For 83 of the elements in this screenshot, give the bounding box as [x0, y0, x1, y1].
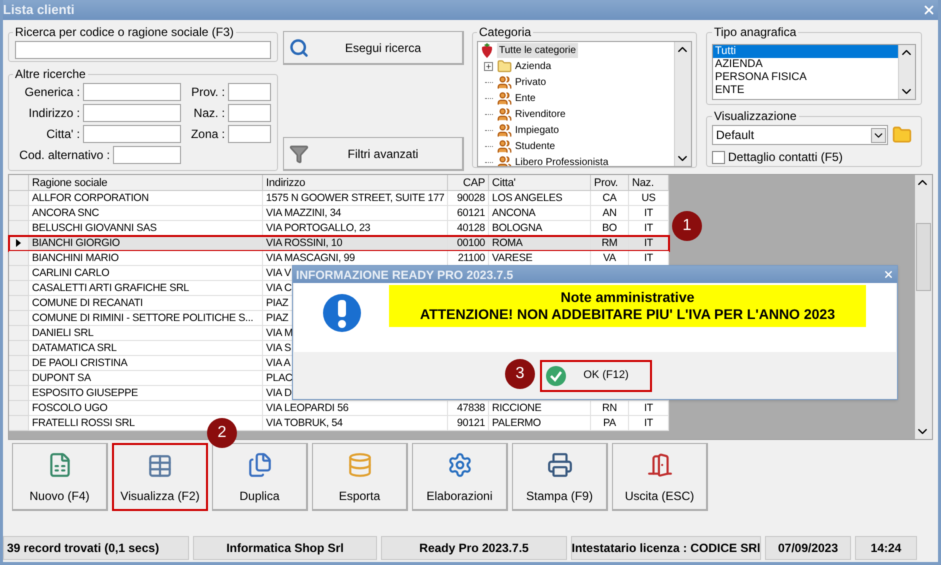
table-cell: 47838: [457, 402, 485, 414]
table-cell: VIA MAZZINI, 34: [266, 207, 342, 219]
table-cell: US: [641, 192, 656, 204]
checkbox-label: Dettaglio contatti (F5): [728, 149, 843, 166]
table-cell: CASALETTI ARTI GRAFICHE SRL: [32, 282, 190, 294]
field-label: Cod. alternativo :: [19, 147, 110, 164]
status-cell: Ready Pro 2023.7.5: [381, 536, 567, 560]
table-cell: DANIELI SRL: [32, 327, 94, 339]
field-label: Indirizzo :: [28, 105, 80, 122]
table-cell: PLAC: [266, 372, 292, 384]
group-label: Ricerca per codice o ragione sociale (F3): [14, 24, 235, 41]
table-cell: ANCONA: [492, 207, 536, 219]
group-label: Tipo anagrafica: [713, 24, 798, 41]
table-cell: VIA V: [266, 267, 292, 279]
table-cell: LOS ANGELES: [492, 192, 562, 204]
field-label: Zona :: [190, 126, 225, 143]
table-cell: COMUNE DI RIMINI - SETTORE POLITICHE S...: [32, 312, 254, 324]
table-cell: RN: [602, 402, 617, 414]
table-cell: IT: [644, 237, 653, 249]
table-cell: VIA S: [266, 342, 292, 354]
table-cell: ANCORA SNC: [32, 207, 99, 219]
field-label: Citta' :: [46, 126, 80, 143]
table-cell: VIA C: [266, 282, 292, 294]
status-cell: Informatica Shop Srl: [193, 536, 377, 560]
field-label: Generica :: [24, 84, 80, 101]
table-cell: VIA LEOPARDI 56: [266, 402, 348, 414]
table-cell: VIA TOBRUK, 54: [266, 417, 343, 429]
table-cell: BO: [602, 222, 617, 234]
table-cell: COMUNE DI RECANATI: [32, 297, 143, 309]
field-label: Naz. :: [194, 105, 225, 122]
table-cell: IT: [644, 417, 653, 429]
table-cell: CARLINI CARLO: [32, 267, 110, 279]
table-cell: BIANCHINI MARIO: [32, 252, 119, 264]
table-cell: ROMA: [492, 237, 522, 249]
table-cell: RM: [602, 237, 618, 249]
group-label: Categoria: [478, 24, 532, 41]
table-cell: IT: [644, 402, 653, 414]
table-cell: ESPOSITO GIUSEPPE: [32, 387, 138, 399]
table-cell: VIA ROSSINI, 10: [266, 237, 342, 249]
status-cell: 39 record trovati (0,1 secs): [3, 536, 189, 560]
table-cell: 90121: [457, 417, 485, 429]
field-label: Prov. :: [191, 84, 225, 101]
dialog-title: INFORMAZIONE READY PRO 2023.7.5: [296, 266, 514, 284]
table-cell: BIANCHI GIORGIO: [32, 237, 120, 249]
table-cell: IT: [644, 207, 653, 219]
table-cell: 1575 N GOOWER STREET, SUITE 177: [266, 192, 444, 204]
table-cell: PIAZ: [266, 312, 288, 324]
table-cell: PA: [603, 417, 616, 429]
table-cell: 60121: [457, 207, 485, 219]
table-cell: PIAZ: [266, 297, 288, 309]
table-cell: DATAMATICA SRL: [32, 342, 117, 354]
table-cell: IT: [644, 252, 653, 264]
table-cell: AN: [602, 207, 617, 219]
table-cell: VARESE: [492, 252, 532, 264]
table-cell: CA: [602, 192, 617, 204]
table-cell: DE PAOLI CRISTINA: [32, 357, 128, 369]
group-label: Altre ricerche: [14, 66, 87, 83]
table-cell: BOLOGNA: [492, 222, 542, 234]
table-cell: BELUSCHI GIOVANNI SAS: [32, 222, 157, 234]
table-cell: FOSCOLO UGO: [32, 402, 108, 414]
table-cell: DUPONT SA: [32, 372, 91, 384]
status-cell: Intestatario licenza : CODICE SRl: [571, 536, 761, 560]
notice-heading: Note amministrative: [560, 289, 694, 306]
table-cell: IT: [644, 222, 653, 234]
table-cell: 00100: [457, 237, 485, 249]
window-title: Lista clienti: [3, 1, 75, 20]
table-cell: 21100: [458, 252, 485, 264]
table-cell: VIA M: [266, 327, 293, 339]
table-cell: 40128: [457, 222, 485, 234]
table-cell: ALLFOR CORPORATION: [32, 192, 149, 204]
table-cell: VIA MASCAGNI, 99: [266, 252, 355, 264]
table-cell: VA: [603, 252, 616, 264]
status-cell: 14:24: [855, 536, 917, 560]
notice-message: ATTENZIONE! NON ADDEBITARE PIU' L'IVA PER L'ANNO 2023: [420, 306, 835, 323]
table-cell: 90028: [457, 192, 485, 204]
group-label: Visualizzazione: [713, 108, 798, 125]
table-cell: VIA D: [266, 387, 292, 399]
table-cell: RICCIONE: [492, 402, 542, 414]
status-cell: 07/09/2023: [765, 536, 851, 560]
table-cell: PALERMO: [492, 417, 541, 429]
table-cell: VIA PORTOGALLO, 23: [266, 222, 370, 234]
table-cell: FRATELLI ROSSI SRL: [32, 417, 135, 429]
table-cell: VIA A: [266, 357, 290, 369]
